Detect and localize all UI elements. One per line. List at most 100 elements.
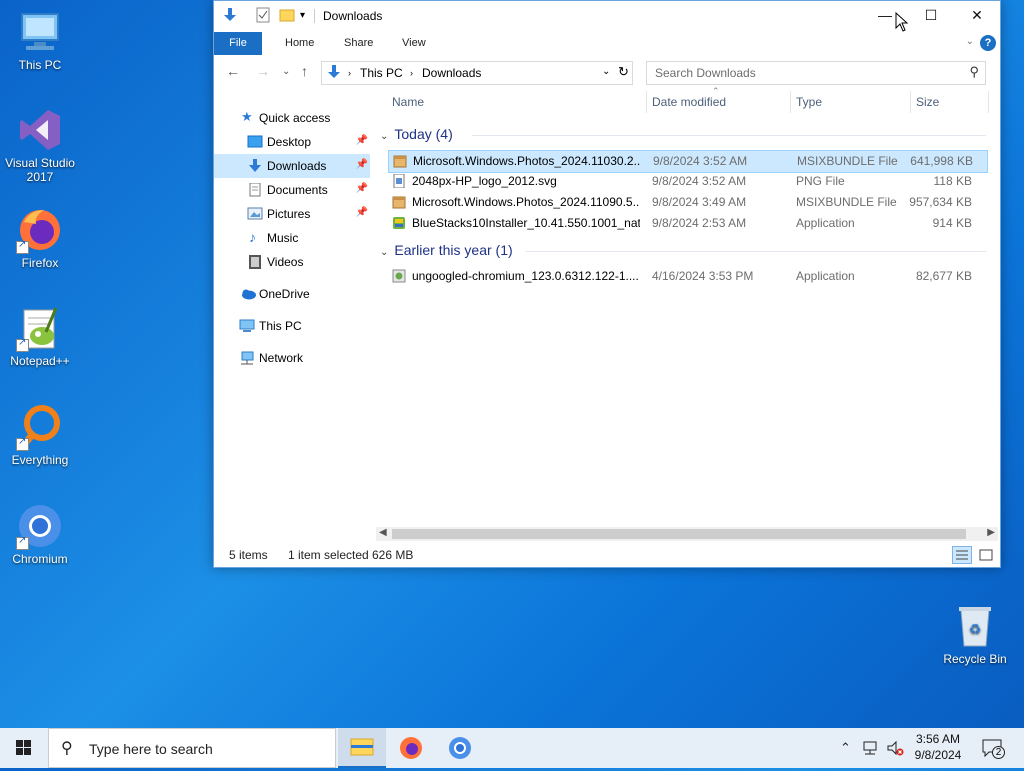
column-divider[interactable] [910, 91, 911, 113]
desktop-icon-recycle-bin[interactable]: ♻ Recycle Bin [935, 602, 1015, 666]
file-size: 957,634 KB [909, 195, 972, 209]
column-header-name[interactable]: Name [392, 95, 424, 109]
file-row[interactable]: ungoogled-chromium_123.0.6312.122-1.... … [388, 266, 986, 287]
nav-item-network[interactable]: Network [214, 346, 370, 370]
nav-item-quick-access[interactable]: ★ Quick access [214, 106, 370, 130]
desktop-icon-everything[interactable]: Everything [0, 403, 80, 467]
breadcrumb-this-pc[interactable]: This PC [360, 66, 403, 80]
system-clock[interactable]: 3:56 AM 9/8/2024 [900, 731, 976, 763]
desktop-icon-firefox[interactable]: Firefox [0, 206, 80, 270]
taskbar-search-box[interactable]: ⚲ Type here to search [48, 728, 336, 768]
address-dropdown-chevron-icon[interactable]: ⌄ [602, 66, 610, 77]
help-button[interactable]: ? [980, 35, 996, 51]
nav-item-onedrive[interactable]: OneDrive [214, 282, 370, 306]
navigation-pane: ★ Quick access Desktop 📌 Downloads 📌 Doc… [214, 98, 374, 538]
new-folder-icon[interactable] [279, 7, 295, 26]
show-hidden-icons-chevron-icon[interactable]: ⌃ [840, 740, 851, 756]
up-arrow-icon[interactable]: ↑ [301, 63, 308, 79]
desktop-icon-label: Notepad++ [10, 354, 70, 368]
file-date: 9/8/2024 3:49 AM [652, 195, 747, 209]
nav-item-this-pc[interactable]: This PC [214, 314, 370, 338]
scroll-left-arrow-icon[interactable]: ◀ [379, 527, 387, 538]
file-row[interactable]: BlueStacks10Installer_10.41.550.1001_nat… [388, 213, 986, 234]
notepad-plus-plus-icon [16, 304, 64, 352]
pin-icon[interactable]: 📌 [356, 135, 368, 146]
properties-checkbox-icon[interactable] [256, 7, 270, 26]
tab-home[interactable]: Home [273, 32, 326, 55]
large-icons-view-button[interactable] [976, 546, 996, 564]
tab-share[interactable]: Share [332, 32, 385, 55]
network-status-icon[interactable] [862, 740, 880, 759]
file-row[interactable]: Microsoft.Windows.Photos_2024.11090.5...… [388, 192, 986, 213]
file-date: 4/16/2024 3:53 PM [652, 269, 754, 283]
group-divider [472, 135, 986, 136]
maximize-button[interactable]: ☐ [908, 1, 954, 32]
nav-item-documents[interactable]: Documents 📌 [214, 178, 370, 202]
desktop-icon-chromium[interactable]: Chromium [0, 502, 80, 566]
video-film-icon [247, 255, 263, 269]
column-header-date-modified[interactable]: Date modified [652, 95, 726, 109]
close-button[interactable]: ✕ [954, 1, 1000, 32]
file-row[interactable]: Microsoft.Windows.Photos_2024.11030.2...… [388, 150, 988, 173]
image-file-icon [392, 173, 406, 189]
taskbar-chromium[interactable] [436, 728, 484, 768]
group-header-earlier-this-year[interactable]: ⌄ Earlier this year (1) [380, 242, 513, 258]
refresh-icon[interactable]: ↻ [618, 64, 629, 80]
group-header-today[interactable]: ⌄ Today (4) [380, 126, 453, 142]
pin-icon[interactable]: 📌 [356, 207, 368, 218]
column-divider[interactable] [646, 91, 647, 113]
desktop-icon-label: Firefox [21, 256, 59, 270]
nav-item-pictures[interactable]: Pictures 📌 [214, 202, 370, 226]
horizontal-scrollbar[interactable]: ◀ ▶ [376, 527, 998, 541]
taskbar-search-input[interactable]: Type here to search [89, 741, 213, 757]
pin-icon[interactable]: 📌 [356, 159, 368, 170]
nav-item-music[interactable]: ♪ Music [214, 226, 370, 250]
recent-locations-chevron-icon[interactable]: ⌄ [282, 66, 290, 77]
star-icon: ★ [241, 109, 253, 124]
ribbon-tabs: File Home Share View ⌄ ? [214, 32, 1000, 56]
shortcut-arrow-icon [16, 337, 29, 352]
start-button[interactable] [0, 728, 48, 768]
desktop-icon-this-pc[interactable]: This PC [0, 8, 80, 72]
column-divider[interactable] [988, 91, 989, 113]
nav-item-downloads[interactable]: Downloads 📌 [214, 154, 370, 178]
shortcut-arrow-icon [16, 239, 29, 254]
expand-ribbon-chevron-icon[interactable]: ⌄ [966, 36, 974, 47]
computer-icon [239, 319, 255, 333]
back-arrow-icon[interactable]: ← [226, 63, 240, 79]
action-center-button[interactable]: 2 [980, 736, 1005, 760]
customize-toolbar-chevron-icon[interactable]: ▾ [300, 10, 305, 21]
file-row[interactable]: 2048px-HP_logo_2012.svg 9/8/2024 3:52 AM… [388, 171, 986, 192]
search-input[interactable]: Search Downloads [655, 66, 756, 80]
collapse-chevron-icon[interactable]: ⌄ [380, 131, 388, 142]
firefox-icon [400, 737, 422, 759]
desktop-icon-notepad-plus-plus[interactable]: Notepad++ [0, 304, 80, 368]
file-size: 118 KB [933, 174, 972, 188]
column-header-size[interactable]: Size [916, 95, 939, 109]
desktop-icon-visual-studio[interactable]: Visual Studio 2017 [0, 106, 80, 184]
scroll-right-arrow-icon[interactable]: ▶ [987, 527, 995, 538]
scrollbar-thumb[interactable] [392, 529, 966, 539]
forward-arrow-icon[interactable]: → [256, 63, 270, 79]
nav-item-desktop[interactable]: Desktop 📌 [214, 130, 370, 154]
tab-view[interactable]: View [390, 32, 438, 55]
nav-item-videos[interactable]: Videos [214, 250, 370, 274]
file-size: 82,677 KB [915, 269, 972, 283]
file-date: 9/8/2024 3:52 AM [653, 154, 748, 168]
file-size: 641,998 KB [910, 154, 973, 168]
taskbar-firefox[interactable] [387, 728, 435, 768]
details-view-button[interactable] [952, 546, 972, 564]
breadcrumb-downloads[interactable]: Downloads [422, 66, 481, 80]
breadcrumb-separator-icon[interactable]: › [410, 68, 413, 78]
address-bar[interactable]: › This PC › Downloads ⌄ ↻ [321, 61, 633, 85]
file-explorer-window[interactable]: ▾ Downloads — ☐ ✕ File Home Share View ⌄… [213, 0, 1001, 568]
column-header-type[interactable]: Type [796, 95, 822, 109]
title-bar[interactable]: ▾ Downloads — ☐ ✕ [214, 1, 1000, 32]
collapse-chevron-icon[interactable]: ⌄ [380, 247, 388, 258]
search-box[interactable]: Search Downloads ⚲ [646, 61, 986, 85]
pin-icon[interactable]: 📌 [356, 183, 368, 194]
column-divider[interactable] [790, 91, 791, 113]
taskbar-file-explorer[interactable] [338, 728, 386, 768]
tab-file[interactable]: File [214, 32, 262, 55]
breadcrumb-separator-icon[interactable]: › [348, 68, 351, 78]
